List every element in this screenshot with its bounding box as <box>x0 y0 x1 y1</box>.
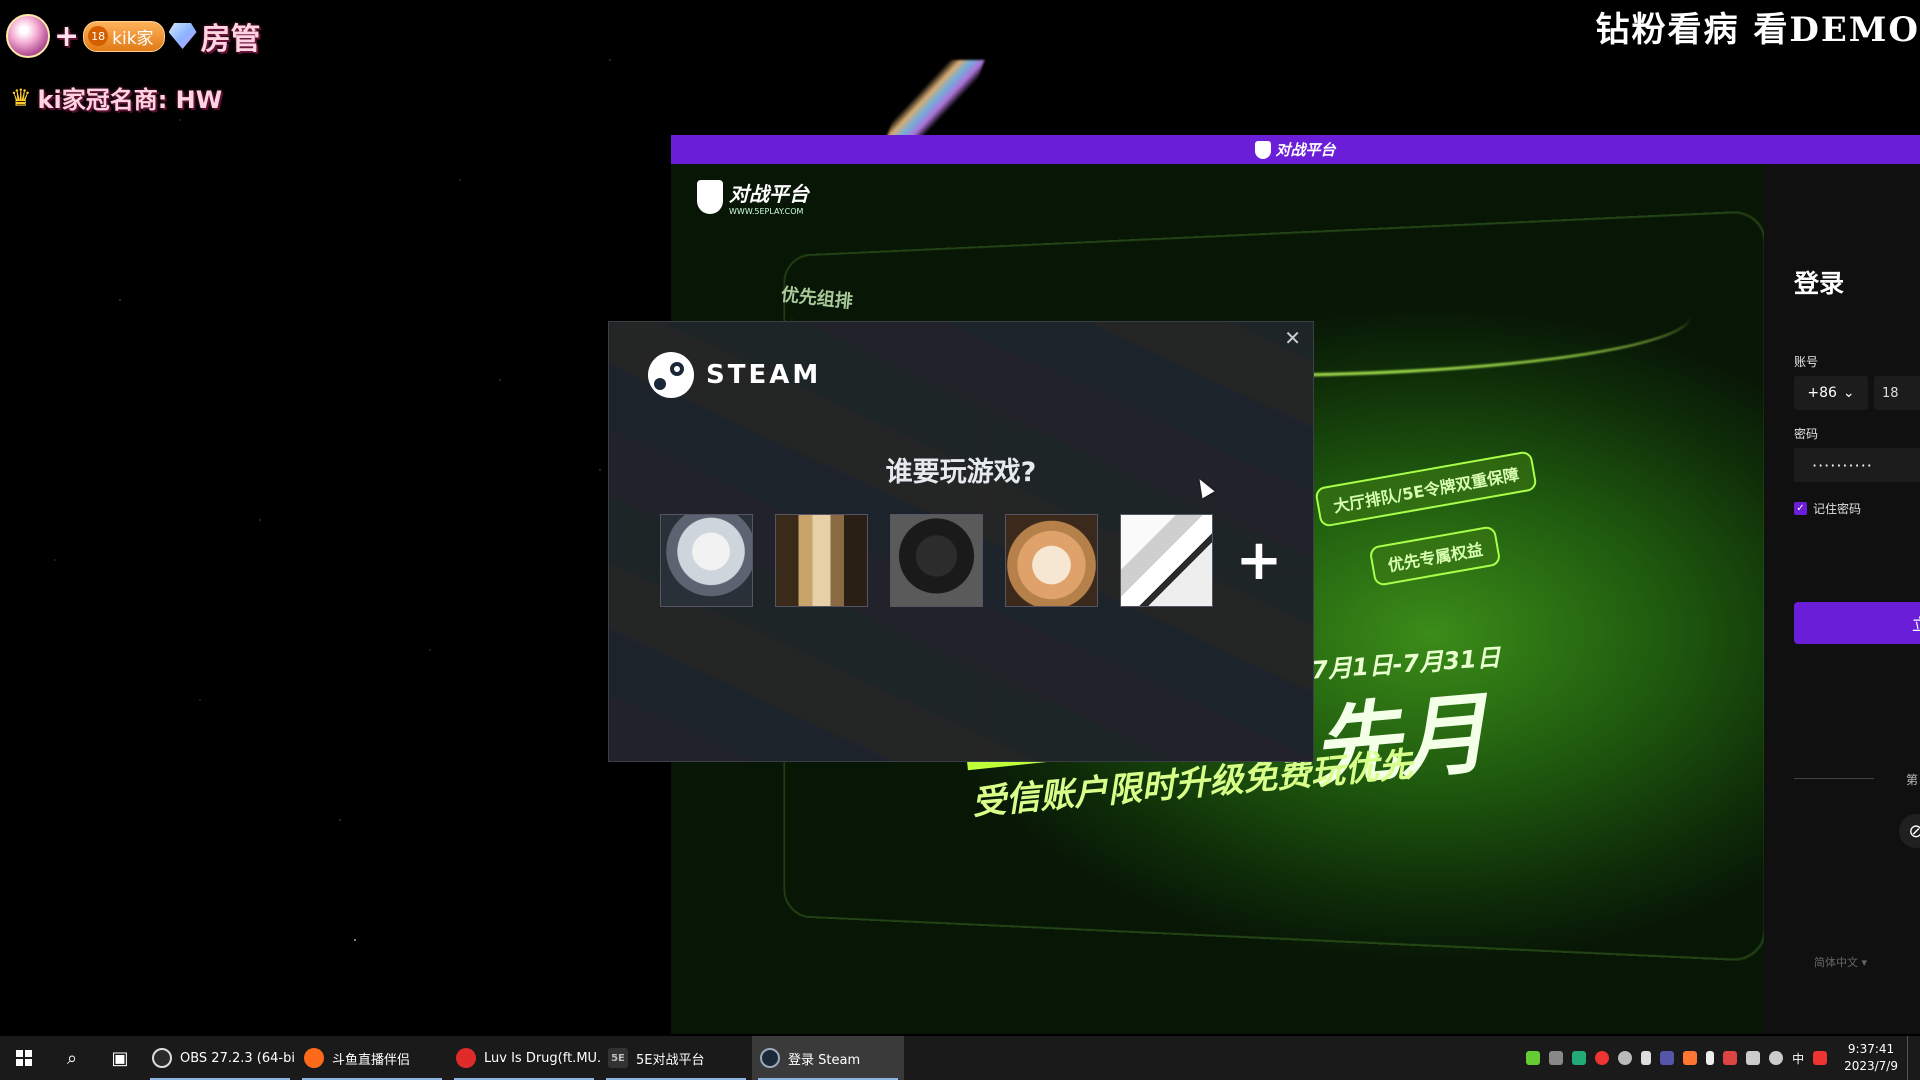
5e-logo: 对战平台 WWW.5EPLAY.COM <box>697 178 809 216</box>
logo-url: WWW.5EPLAY.COM <box>729 207 809 216</box>
security-icon[interactable] <box>1572 1051 1586 1065</box>
volume-icon[interactable] <box>1769 1051 1783 1065</box>
account-avatar[interactable] <box>1120 514 1213 607</box>
gem-icon <box>6 14 50 58</box>
close-icon[interactable]: ✕ <box>1284 326 1301 350</box>
login-button[interactable]: 立 <box>1794 602 1920 644</box>
account-avatar[interactable] <box>890 514 983 607</box>
clock-date: 2023/7/9 <box>1844 1058 1898 1075</box>
douyu-icon <box>304 1048 324 1068</box>
taskbar-app-steam[interactable]: 登录 Steam <box>752 1036 904 1080</box>
account-list: + <box>660 514 1289 607</box>
sponsor-overlay: ♛ ki家冠名商: HW <box>10 80 222 115</box>
password-input[interactable]: ·········· <box>1794 448 1920 482</box>
crown-icon: ♛ <box>10 84 32 112</box>
usb-icon[interactable] <box>1641 1051 1651 1065</box>
taskbar-app-obs[interactable]: OBS 27.2.3 (64-bi... <box>144 1036 296 1080</box>
search-icon[interactable]: ⌕ <box>48 1036 96 1080</box>
steam-logo: STEAM <box>648 352 821 398</box>
diamond-icon <box>169 23 197 49</box>
taskbar-app-label: OBS 27.2.3 (64-bi... <box>180 1051 296 1066</box>
tray-app-icon[interactable] <box>1549 1051 1563 1065</box>
sponsor-text: ki家冠名商: HW <box>38 80 223 115</box>
5e-tray-icon[interactable] <box>1660 1051 1674 1065</box>
shield-icon[interactable] <box>1723 1051 1737 1065</box>
titlebar-brand: 对战平台 <box>1275 139 1335 160</box>
clock-time: 9:37:41 <box>1844 1041 1898 1058</box>
microphone-icon[interactable] <box>1706 1051 1714 1065</box>
chevron-down-icon: ▾ <box>1862 956 1868 969</box>
fan-club-name: kik家 <box>112 24 153 49</box>
steam-login-icon[interactable]: ⊘ <box>1899 814 1920 848</box>
fan-badge-overlay: + 18 kik家 房管 <box>6 14 261 58</box>
login-title: 登录 <box>1794 264 1844 300</box>
system-tray: 中 9:37:41 2023/7/9 <box>1526 1036 1914 1080</box>
show-desktop-button[interactable] <box>1907 1036 1914 1080</box>
windows-icon <box>16 1050 32 1066</box>
sogou-ime-icon[interactable] <box>1813 1051 1827 1065</box>
taskbar-app-label: 5E对战平台 <box>636 1049 705 1068</box>
account-avatar[interactable] <box>775 514 868 607</box>
5e-icon: 5E <box>608 1048 628 1068</box>
taskbar-app-5e[interactable]: 5E 5E对战平台 <box>600 1036 752 1080</box>
netease-tray-icon[interactable] <box>1595 1051 1609 1065</box>
divider <box>1794 778 1874 779</box>
language-value: 简体中文 <box>1814 956 1858 969</box>
account-avatar[interactable] <box>660 514 753 607</box>
account-label: 账号 <box>1794 353 1818 370</box>
country-code-select[interactable]: +86 ⌄ <box>1794 376 1868 410</box>
language-select[interactable]: 简体中文 ▾ <box>1814 954 1867 970</box>
stream-title-overlay: 钻粉看病 看DEMO <box>1596 2 1920 51</box>
start-button[interactable] <box>0 1036 48 1080</box>
obs-icon <box>152 1048 172 1068</box>
account-avatar[interactable] <box>1005 514 1098 607</box>
badge-plus: + <box>54 19 79 54</box>
logo-brand: 对战平台 <box>729 182 809 206</box>
add-account-button[interactable]: + <box>1229 531 1289 591</box>
steam-icon <box>760 1048 780 1068</box>
phone-input[interactable]: 18 <box>1874 376 1920 410</box>
remember-password[interactable]: ✓ 记住密码 <box>1794 500 1861 517</box>
titlebar-logo: 对战平台 <box>1255 139 1335 160</box>
task-view-icon[interactable]: ▣ <box>96 1036 144 1080</box>
taskbar-clock[interactable]: 9:37:41 2023/7/9 <box>1844 1041 1898 1075</box>
steam-icon <box>648 352 694 398</box>
ime-indicator[interactable]: 中 <box>1792 1050 1804 1067</box>
chevron-down-icon: ⌄ <box>1843 385 1855 401</box>
kik-fan-pill: 18 kik家 <box>83 21 164 52</box>
douyu-tray-icon[interactable] <box>1683 1051 1697 1065</box>
taskbar-app-douyu[interactable]: 斗鱼直播伴侣 <box>296 1036 448 1080</box>
nvidia-icon[interactable] <box>1526 1051 1540 1065</box>
third-party-label: 第 <box>1906 771 1918 788</box>
login-panel: 登录 账号 +86 ⌄ 18 密码 ·········· ✓ 记住密码 立 第 … <box>1764 164 1920 1034</box>
obs-tray-icon[interactable] <box>1618 1051 1632 1065</box>
password-label: 密码 <box>1794 425 1818 442</box>
taskbar-app-label: 登录 Steam <box>788 1049 860 1068</box>
netease-music-icon <box>456 1048 476 1068</box>
network-icon[interactable] <box>1746 1051 1760 1065</box>
5e-shield-icon <box>1255 141 1271 159</box>
room-manager-label: 房管 <box>201 14 261 58</box>
steam-wordmark: STEAM <box>706 360 821 390</box>
steam-account-dialog: ✕ STEAM 谁要玩游戏? + <box>608 321 1314 762</box>
remember-password-label: 记住密码 <box>1813 500 1861 517</box>
taskbar-app-label: 斗鱼直播伴侣 <box>332 1049 410 1068</box>
account-row: +86 ⌄ 18 <box>1794 376 1920 410</box>
checkbox-checked-icon[interactable]: ✓ <box>1794 502 1807 515</box>
taskbar-app-netease-music[interactable]: Luv Is Drug(ft.MU... <box>448 1036 600 1080</box>
taskbar: ⌕ ▣ OBS 27.2.3 (64-bi... 斗鱼直播伴侣 Luv Is D… <box>0 1036 1920 1080</box>
fan-level: 18 <box>88 26 108 46</box>
country-code-value: +86 <box>1807 385 1837 401</box>
5e-shield-icon <box>697 180 723 214</box>
5e-titlebar[interactable]: 对战平台 <box>671 135 1920 164</box>
taskbar-app-label: Luv Is Drug(ft.MU... <box>484 1051 600 1066</box>
